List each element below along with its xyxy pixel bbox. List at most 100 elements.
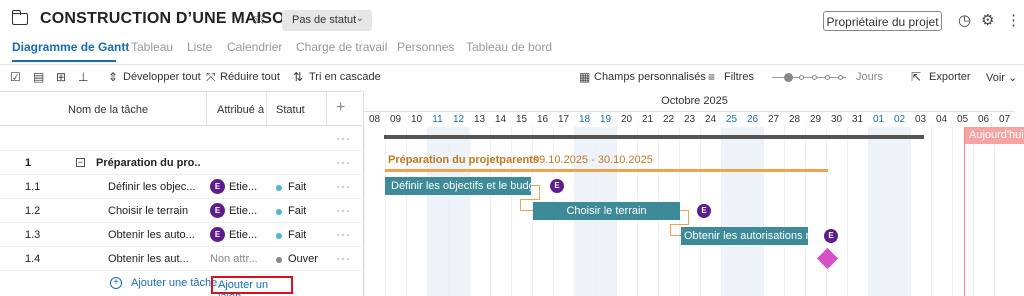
status-label[interactable]: Fait [288, 205, 306, 217]
column-header-name[interactable]: Nom de la tâche [68, 104, 148, 116]
export-button[interactable]: Exporter [929, 71, 971, 83]
column-divider[interactable] [266, 91, 267, 126]
day-label: 03 [910, 111, 931, 127]
custom-fields-icon[interactable]: ▦ [579, 70, 590, 84]
collapse-icon[interactable]: ⤧ [206, 70, 216, 85]
task-name[interactable]: Choisir le terrain [108, 205, 204, 217]
row-menu-icon[interactable]: ··· [336, 251, 351, 265]
assignee-name[interactable]: Etie... [229, 229, 263, 241]
day-column [469, 127, 490, 296]
status-label[interactable]: Fait [288, 181, 306, 193]
tab-gantt[interactable]: Diagramme de Gantt [12, 40, 129, 54]
status-dropdown-label: Pas de statut [292, 14, 357, 26]
column-divider[interactable] [326, 91, 327, 126]
avatar[interactable]: E [824, 229, 838, 243]
tab-workload[interactable]: Charge de travail [296, 40, 387, 54]
avatar[interactable]: E [210, 227, 225, 242]
project-owner-button[interactable]: Propriétaire du projet [823, 11, 942, 31]
row-menu-icon[interactable]: ··· [336, 227, 351, 241]
gantt-task-bar[interactable]: Obtenir les autorisations n... [681, 227, 808, 245]
filter-icon[interactable]: ≡ [708, 70, 715, 84]
row-menu-icon[interactable]: ··· [336, 179, 351, 193]
task-name[interactable]: Définir les objec... [108, 181, 204, 193]
summary-task-bar[interactable] [385, 169, 828, 172]
assignee-name[interactable]: Etie... [229, 181, 263, 193]
column-header-status[interactable]: Statut [276, 104, 305, 116]
zoom-slider-handle[interactable] [784, 73, 793, 82]
view-dropdown[interactable]: Voir ⌄ [986, 71, 1017, 84]
history-icon[interactable]: ◷ [958, 11, 971, 29]
avatar[interactable]: E [210, 203, 225, 218]
day-label: 04 [931, 111, 952, 127]
filters-button[interactable]: Filtres [724, 71, 754, 83]
hierarchy-icon[interactable]: ⊞ [56, 70, 66, 84]
add-column-icon[interactable]: + [336, 99, 345, 117]
row-menu-icon[interactable]: ··· [336, 131, 351, 145]
checkbox-icon[interactable]: ☑ [10, 70, 21, 84]
avatar[interactable]: E [697, 204, 711, 218]
day-column [931, 127, 952, 296]
gantt-task-bar[interactable]: Choisir le terrain [533, 202, 680, 220]
table-row[interactable]: 1 − Préparation du pro... ··· [0, 151, 362, 175]
gantt-task-bar[interactable]: Définir les objectifs et le budget [385, 177, 531, 195]
tab-dashboard[interactable]: Tableau de bord [466, 40, 552, 54]
table-row[interactable]: 1.4 Obtenir les aut... Non attr... Ouver… [0, 247, 362, 271]
table-row[interactable]: 1.2 Choisir le terrain E Etie... Fait ··… [0, 199, 362, 223]
custom-fields-button[interactable]: Champs personnalisés [594, 71, 706, 83]
avatar[interactable]: E [210, 179, 225, 194]
avatar[interactable]: E [550, 179, 564, 193]
table-row[interactable]: 1.3 Obtenir les auto... E Etie... Fait ·… [0, 223, 362, 247]
baseline-icon[interactable]: ⊥ [78, 70, 88, 84]
project-span-bar[interactable] [384, 135, 924, 139]
day-column [910, 127, 931, 296]
day-label: 05 [952, 111, 973, 127]
tab-board[interactable]: Tableau [131, 40, 173, 54]
task-name[interactable]: Obtenir les aut... [108, 253, 204, 265]
tab-list[interactable]: Liste [187, 40, 212, 54]
collapse-group-icon[interactable]: − [76, 158, 85, 167]
zoom-step[interactable] [812, 75, 817, 80]
add-task-button[interactable]: Ajouter une tâche [131, 277, 217, 289]
export-icon[interactable]: ⇱ [911, 70, 921, 84]
more-icon[interactable]: ⋮ [1006, 11, 1021, 29]
cascade-sort-button[interactable]: Tri en cascade [309, 71, 381, 83]
assignee-name[interactable]: Etie... [229, 205, 263, 217]
collapse-all-button[interactable]: Réduire tout [220, 71, 280, 83]
column-divider[interactable] [206, 91, 207, 126]
tab-people[interactable]: Personnes [397, 40, 454, 54]
tab-calendar[interactable]: Calendrier [227, 40, 282, 54]
column-header-assigned[interactable]: Attribué à [217, 104, 264, 116]
expand-icon[interactable]: ⇕ [108, 70, 118, 84]
day-label: 13 [469, 111, 490, 127]
status-dropdown[interactable]: Pas de statut ⌄ [282, 10, 372, 31]
status-dot [276, 209, 282, 215]
add-milestone-button[interactable]: Ajouter un jalon [211, 276, 293, 296]
today-label: Aujourd'hui [965, 127, 1024, 144]
zoom-step[interactable] [825, 75, 830, 80]
status-label[interactable]: Ouver [288, 253, 318, 265]
zoom-step[interactable] [799, 75, 804, 80]
sort-icon[interactable]: ⇅ [293, 70, 303, 84]
gear-icon[interactable]: ⚙ [981, 11, 994, 29]
row-menu-icon[interactable]: ··· [336, 203, 351, 217]
gantt-timeline[interactable]: Octobre 2025 08 09 10 11 12 13 14 15 16 17 18 19 20 2… [363, 91, 1024, 296]
zoom-step[interactable] [838, 75, 843, 80]
assignee-name[interactable]: Non attr... [210, 253, 264, 265]
add-task-icon[interactable]: + [110, 277, 122, 289]
status-label[interactable]: Fait [288, 229, 306, 241]
table-row[interactable]: 1.1 Définir les objec... E Etie... Fait … [0, 175, 362, 199]
row-menu-icon[interactable]: ··· [336, 155, 351, 169]
project-root-row[interactable]: ··· [0, 127, 362, 151]
day-label: 16 [532, 111, 553, 127]
star-icon[interactable]: ☆ [251, 8, 267, 29]
day-label: 07 [994, 111, 1015, 127]
day-column [952, 127, 973, 296]
day-label: 01 [868, 111, 889, 127]
task-name[interactable]: Préparation du pro... [96, 157, 201, 169]
expand-all-button[interactable]: Développer tout [123, 71, 201, 83]
day-column [448, 127, 469, 296]
dependency-connector [531, 185, 540, 199]
status-dot [276, 233, 282, 239]
task-name[interactable]: Obtenir les auto... [108, 229, 204, 241]
calendar-list-icon[interactable]: ▤ [33, 70, 44, 84]
